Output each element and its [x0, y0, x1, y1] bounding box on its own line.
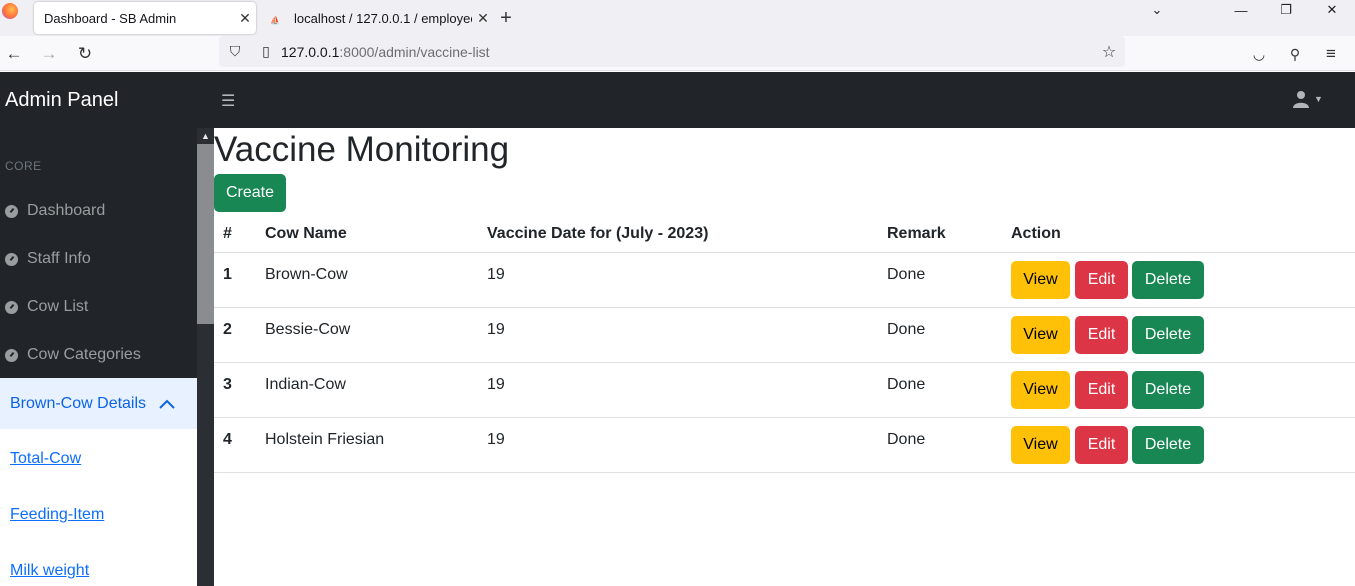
sidebar-item-label: Cow List	[27, 298, 89, 315]
main-content: Vaccine Monitoring Create # Cow Name Vac…	[214, 128, 1355, 586]
close-icon[interactable]: ✕	[472, 10, 494, 27]
row-divider	[214, 252, 1355, 253]
sidebar-item-label: Staff Info	[27, 250, 91, 267]
scroll-up-icon[interactable]: ▲	[197, 128, 214, 144]
row-divider	[214, 307, 1355, 308]
bookmark-star-icon[interactable]: ☆	[1093, 42, 1125, 62]
reload-icon[interactable]: ↻	[71, 40, 99, 68]
tab-phpmyadmin[interactable]: ⛵ localhost / 127.0.0.1 / employee ✕	[266, 0, 494, 36]
forward-icon[interactable]: →	[35, 40, 63, 68]
row-divider	[214, 362, 1355, 363]
pocket-icon[interactable]: ◡	[1245, 40, 1273, 68]
tab-list-icon[interactable]: ⌄	[1137, 0, 1177, 20]
tab-title: Dashboard - SB Admin	[44, 10, 177, 26]
browser-tab-bar: Dashboard - SB Admin ✕ ⛵ localhost / 127…	[0, 0, 1355, 36]
cow-name: Indian-Cow	[265, 376, 346, 393]
sidebar-link-feeding-item[interactable]: Feeding-Item	[10, 506, 104, 524]
speedometer-icon	[5, 204, 18, 218]
edit-button[interactable]: Edit	[1075, 426, 1128, 464]
row-divider	[214, 472, 1355, 473]
sidebar-item-dashboard[interactable]: Dashboard	[5, 199, 105, 223]
vaccine-date: 19	[487, 321, 505, 338]
delete-button[interactable]: Delete	[1132, 426, 1204, 464]
speedometer-icon	[5, 348, 18, 362]
delete-button[interactable]: Delete	[1132, 261, 1204, 299]
browser-navbar: ← → ↻ ⛉ ▯ 127.0.0.1:8000/admin/vaccine-l…	[0, 36, 1355, 71]
remark: Done	[887, 321, 926, 338]
tab-title: localhost / 127.0.0.1 / employee	[294, 10, 472, 26]
delete-button[interactable]: Delete	[1132, 316, 1204, 354]
speedometer-icon	[5, 300, 18, 314]
url-bar[interactable]: ⛉ ▯ 127.0.0.1:8000/admin/vaccine-list ☆	[219, 36, 1125, 67]
window-close-icon[interactable]: ✕	[1312, 0, 1352, 20]
sidebar-item-staff-info[interactable]: Staff Info	[5, 247, 91, 271]
page-title: Vaccine Monitoring	[214, 130, 510, 169]
sidebar-link-total-cow[interactable]: Total-Cow	[10, 450, 81, 468]
sidebar-link-milk-weight[interactable]: Milk weight	[10, 562, 89, 580]
row-number: 4	[223, 431, 232, 448]
view-button[interactable]: View	[1011, 371, 1070, 409]
vaccine-date: 19	[487, 266, 505, 283]
edit-button[interactable]: Edit	[1075, 316, 1128, 354]
column-header-action: Action	[1011, 225, 1061, 242]
minimize-icon[interactable]: —	[1221, 0, 1261, 20]
user-icon	[1293, 91, 1309, 108]
column-header-remark: Remark	[887, 225, 946, 242]
sidebar: CORE Dashboard Staff Info Cow List Cow C…	[0, 128, 197, 586]
column-header-number: #	[223, 225, 232, 242]
row-number: 1	[223, 266, 232, 283]
create-button[interactable]: Create	[214, 174, 286, 212]
sidebar-submenu: Total-Cow Feeding-Item Milk weight	[0, 429, 197, 586]
menu-icon[interactable]: ≡	[1317, 40, 1345, 68]
sidebar-heading: CORE	[5, 159, 42, 173]
firefox-icon	[2, 3, 18, 19]
edit-button[interactable]: Edit	[1075, 261, 1128, 299]
caret-down-icon: ▼	[1314, 94, 1323, 104]
cow-name: Holstein Friesian	[265, 431, 385, 448]
sidebar-item-cow-list[interactable]: Cow List	[5, 295, 88, 319]
delete-button[interactable]: Delete	[1132, 371, 1204, 409]
row-number: 3	[223, 376, 232, 393]
remark: Done	[887, 266, 926, 283]
remark: Done	[887, 431, 926, 448]
shield-icon: ⛉	[229, 43, 241, 59]
sidebar-accordion-brown-cow[interactable]: Brown-Cow Details	[0, 378, 197, 429]
brand[interactable]: Admin Panel	[5, 72, 118, 128]
hamburger-icon[interactable]: ☰	[221, 91, 235, 110]
row-divider	[214, 417, 1355, 418]
extensions-icon[interactable]: ⚲	[1281, 40, 1309, 68]
cow-name: Brown-Cow	[265, 266, 348, 283]
vaccine-date: 19	[487, 431, 505, 448]
row-number: 2	[223, 321, 232, 338]
accordion-label: Brown-Cow Details	[10, 394, 147, 412]
phpmyadmin-icon: ⛵	[270, 16, 280, 25]
tab-dashboard[interactable]: Dashboard - SB Admin ✕	[34, 2, 256, 34]
scroll-thumb[interactable]	[197, 144, 214, 324]
sidebar-item-label: Dashboard	[27, 202, 106, 219]
column-header-cow-name: Cow Name	[265, 225, 347, 242]
edit-button[interactable]: Edit	[1075, 371, 1128, 409]
user-menu[interactable]: ▼	[1292, 90, 1323, 108]
vaccine-date: 19	[487, 376, 505, 393]
view-button[interactable]: View	[1011, 261, 1070, 299]
admin-topbar: Admin Panel ☰ ▼	[0, 72, 1355, 128]
new-tab-icon[interactable]: +	[496, 0, 516, 36]
close-icon[interactable]: ✕	[234, 10, 256, 27]
sidebar-scrollbar[interactable]: ▲	[197, 128, 214, 586]
cow-name: Bessie-Cow	[265, 321, 351, 338]
column-header-vaccine-date: Vaccine Date for (July - 2023)	[487, 225, 709, 242]
maximize-icon[interactable]: ❐	[1266, 0, 1306, 20]
remark: Done	[887, 376, 926, 393]
page-icon: ▯	[262, 43, 270, 59]
back-icon[interactable]: ←	[0, 40, 28, 68]
chevron-up-icon	[159, 399, 175, 409]
url-path: :8000/admin/vaccine-list	[339, 43, 490, 60]
speedometer-icon	[5, 252, 18, 266]
sidebar-item-cow-categories[interactable]: Cow Categories	[5, 343, 141, 367]
view-button[interactable]: View	[1011, 316, 1070, 354]
url-host: 127.0.0.1	[281, 43, 340, 60]
sidebar-item-label: Cow Categories	[27, 346, 141, 363]
view-button[interactable]: View	[1011, 426, 1070, 464]
